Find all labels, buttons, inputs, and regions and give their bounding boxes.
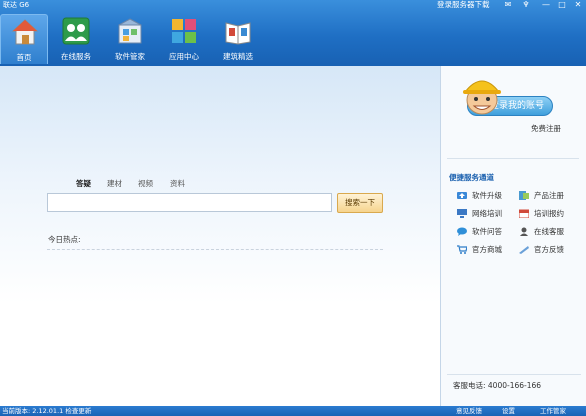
nav-label-app-center: 应用中心 bbox=[169, 52, 199, 61]
quick-item-label: 软件升级 bbox=[472, 191, 502, 200]
home-icon bbox=[11, 19, 39, 45]
skin-icon[interactable]: ♆ bbox=[520, 0, 532, 10]
quick-item-label: 培训报约 bbox=[534, 209, 564, 218]
chat-icon bbox=[457, 227, 467, 236]
side-divider bbox=[447, 158, 579, 159]
software-box-icon bbox=[118, 18, 142, 44]
monitor-icon bbox=[457, 209, 467, 218]
tab-videos[interactable]: 视频 bbox=[138, 178, 153, 189]
search-button[interactable]: 搜索一下 bbox=[337, 193, 383, 213]
cart-icon bbox=[457, 245, 467, 254]
title-bar: 联达 G6 登录服务器下载 ✉ ♆ — □ ✕ bbox=[0, 0, 586, 12]
version-info[interactable]: 当前版本: 2.12.01.1 检查更新 bbox=[2, 407, 91, 416]
free-register-link[interactable]: 免费注册 bbox=[531, 123, 561, 134]
hot-topics-divider bbox=[47, 249, 383, 250]
status-bar: 当前版本: 2.12.01.1 检查更新 意见反馈 设置 工作管家 bbox=[0, 406, 586, 416]
close-button[interactable]: ✕ bbox=[572, 0, 584, 10]
quick-item-label: 官方反馈 bbox=[534, 245, 564, 254]
register-icon bbox=[519, 191, 529, 200]
nav-label-software-manager: 软件管家 bbox=[115, 52, 145, 61]
main-content: 答疑 建材 视频 资料 搜索一下 今日热点: bbox=[0, 66, 440, 406]
support-phone: 客服电话: 4000-166-166 bbox=[453, 381, 542, 390]
maximize-button[interactable]: □ bbox=[556, 0, 568, 10]
nav-item-building-selection[interactable]: 建筑精选 bbox=[214, 14, 262, 64]
app-title: 联达 G6 bbox=[3, 1, 30, 9]
nav-item-software-manager[interactable]: 软件管家 bbox=[106, 14, 154, 64]
quick-item-label: 网络培训 bbox=[472, 209, 502, 218]
book-icon bbox=[225, 22, 251, 45]
nav-label-online-service: 在线服务 bbox=[61, 52, 91, 61]
tab-materials[interactable]: 建材 bbox=[107, 178, 122, 189]
nav-item-app-center[interactable]: 应用中心 bbox=[160, 14, 208, 64]
nav-label-home: 首页 bbox=[16, 53, 32, 62]
feedback-icon bbox=[519, 246, 529, 254]
quick-item-label: 在线客服 bbox=[534, 227, 564, 236]
tab-documents[interactable]: 资料 bbox=[170, 178, 185, 189]
app-grid-icon bbox=[172, 19, 196, 43]
quick-item-label: 软件问答 bbox=[472, 227, 502, 236]
calendar-icon bbox=[519, 209, 529, 218]
status-settings[interactable]: 设置 bbox=[502, 407, 515, 416]
status-feedback[interactable]: 意见反馈 bbox=[456, 407, 482, 416]
login-server-link[interactable]: 登录服务器下载 bbox=[437, 0, 490, 10]
mascot-icon bbox=[463, 80, 501, 115]
message-icon[interactable]: ✉ bbox=[502, 0, 514, 10]
nav-item-online-service[interactable]: 在线服务 bbox=[52, 14, 100, 64]
nav-label-building-selection: 建筑精选 bbox=[223, 52, 253, 61]
upgrade-icon bbox=[457, 192, 467, 199]
phone-divider bbox=[447, 374, 581, 375]
quick-service-title: 便捷服务通道 bbox=[449, 173, 494, 182]
tab-qa[interactable]: 答疑 bbox=[76, 178, 91, 189]
nav-item-home[interactable]: 首页 bbox=[0, 14, 48, 64]
agent-icon bbox=[520, 227, 528, 236]
side-panel: 登录我的账号 免费注册 便捷服务通道 软件升级 产品注册 网络培训 培训报约 软… bbox=[440, 66, 586, 406]
users-icon bbox=[62, 17, 90, 45]
header-bar: 联达 G6 登录服务器下载 ✉ ♆ — □ ✕ 首页 在线服务 软件管家 应用中… bbox=[0, 0, 586, 66]
hot-topics-label: 今日热点: bbox=[48, 235, 81, 244]
quick-item-label: 产品注册 bbox=[534, 191, 564, 200]
quick-item-label: 官方商城 bbox=[472, 245, 502, 254]
status-work-manager[interactable]: 工作管家 bbox=[540, 407, 566, 416]
search-input[interactable] bbox=[47, 193, 332, 212]
minimize-button[interactable]: — bbox=[540, 0, 552, 10]
